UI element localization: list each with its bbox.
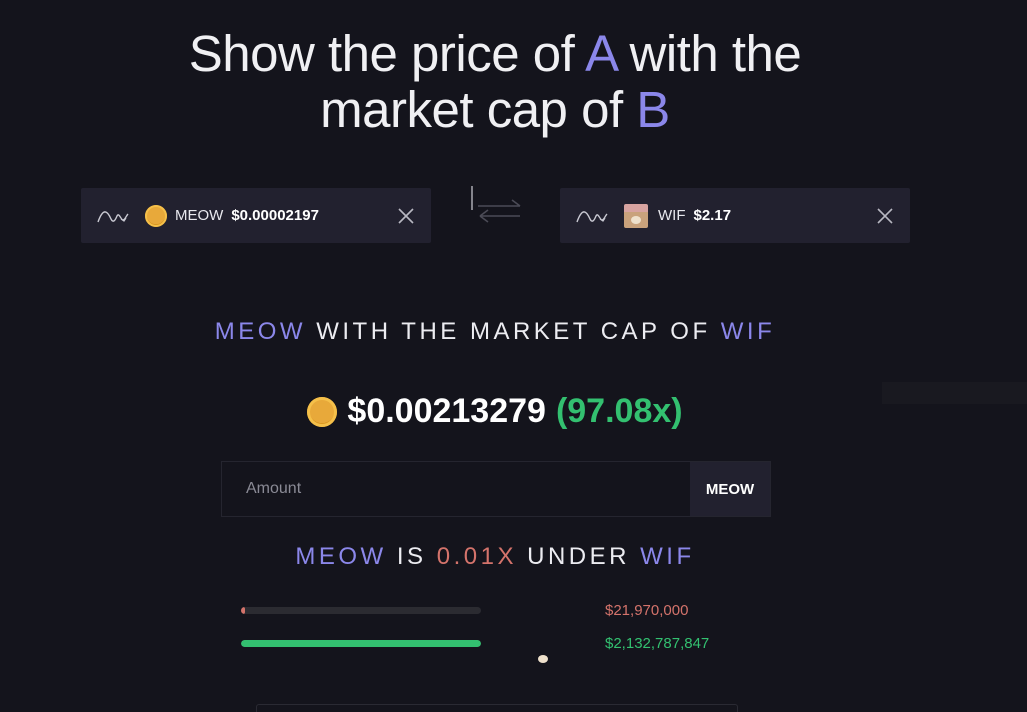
- title-token-a: A: [585, 25, 616, 82]
- compare-factor: 0.01X: [436, 543, 517, 570]
- chart-icon[interactable]: [576, 206, 608, 226]
- market-cap-row-wif: $2,132,787,847: [241, 630, 721, 656]
- close-icon[interactable]: [876, 207, 894, 225]
- chart-icon[interactable]: [97, 206, 129, 226]
- amount-input[interactable]: [222, 462, 690, 516]
- market-cap-value: $21,970,000: [605, 601, 689, 619]
- token-a-price: $0.00002197: [231, 207, 319, 224]
- result-token-a: MEOW: [214, 318, 307, 345]
- token-a-symbol: MEOW: [175, 207, 224, 224]
- wif-dog-icon: [624, 203, 648, 228]
- market-cap-value: $2,132,787,847: [605, 634, 710, 652]
- result-token-b: WIF: [720, 318, 776, 345]
- token-b-selector[interactable]: WIF $2.17: [560, 188, 910, 243]
- swap-icon[interactable]: [468, 184, 524, 230]
- token-b-price: $2.17: [693, 207, 732, 224]
- compare-token-a: MEOW: [295, 543, 387, 570]
- amount-unit-button[interactable]: MEOW: [690, 462, 770, 516]
- comparison-heading: MEOW IS 0.01X UNDER WIF: [0, 543, 990, 571]
- market-cap-bar: [241, 639, 481, 647]
- result-price-value: $0.00213279: [347, 392, 546, 430]
- title-token-b: B: [636, 81, 670, 138]
- result-heading: MEOW WITH THE MARKET CAP OF WIF: [0, 318, 990, 346]
- compare-text: UNDER: [516, 543, 641, 570]
- result-heading-text: WITH THE MARKET CAP OF: [306, 318, 721, 345]
- meow-coin-icon: [145, 204, 167, 227]
- page: Show the price of A with the market cap …: [0, 0, 1027, 712]
- title-text: market cap of: [320, 81, 637, 138]
- meow-coin-icon: [307, 396, 338, 427]
- compare-token-b: WIF: [640, 543, 695, 570]
- title-text: with the: [615, 25, 802, 82]
- result-price: $0.00213279 (97.08x): [0, 392, 990, 431]
- close-icon[interactable]: [397, 207, 415, 225]
- token-a-selector[interactable]: MEOW $0.00002197: [81, 188, 431, 243]
- market-cap-bar-fill: [241, 606, 245, 614]
- token-b-symbol: WIF: [658, 207, 686, 224]
- result-multiplier: (97.08x): [555, 392, 683, 430]
- market-cap-bar-fill: [241, 639, 481, 647]
- market-cap-row-meow: $21,970,000: [241, 597, 721, 623]
- next-panel-edge: [256, 704, 738, 712]
- amount-field: MEOW: [221, 461, 771, 517]
- title-text: Show the price of: [188, 25, 586, 82]
- page-title: Show the price of A with the market cap …: [0, 26, 990, 138]
- market-cap-bar: [241, 606, 481, 614]
- compare-text: IS: [386, 543, 437, 570]
